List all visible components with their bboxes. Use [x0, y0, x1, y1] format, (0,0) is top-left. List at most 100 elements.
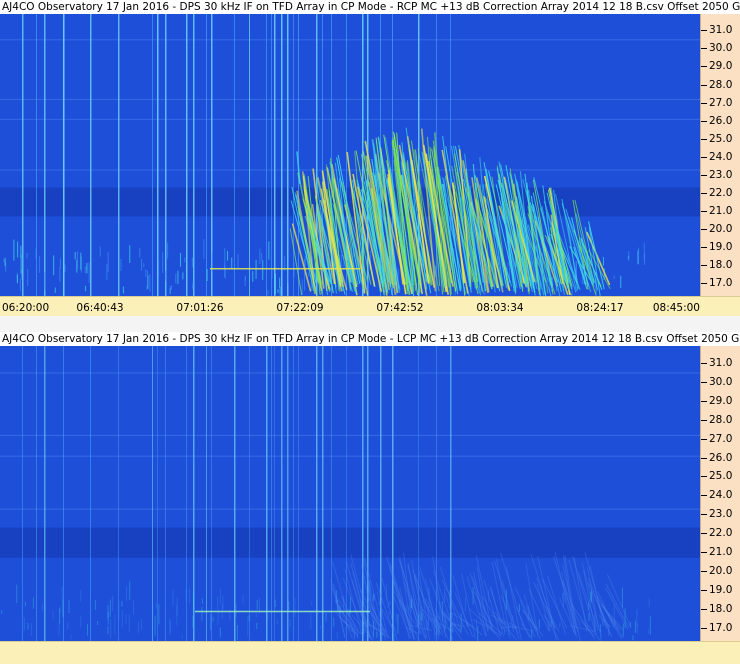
lcp-panel: AJ4CO Observatory 17 Jan 2016 - DPS 30 k…: [0, 332, 740, 641]
noise-speckle: [206, 268, 208, 282]
lcp-freq-tick: 27.0: [700, 432, 733, 445]
noise-speckle: [201, 606, 203, 621]
noise-speckle: [648, 598, 650, 608]
panel-divider: [0, 316, 740, 332]
noise-speckle: [122, 286, 124, 294]
noise-speckle: [88, 262, 90, 283]
noise-speckle: [35, 248, 37, 260]
vertical-interference-line: [287, 346, 289, 641]
noise-speckle: [613, 603, 615, 622]
vertical-interference-line: [287, 14, 289, 296]
rcp-freq-tick: 30.0: [700, 42, 733, 55]
noise-speckle: [171, 285, 173, 290]
noise-speckle: [395, 614, 397, 623]
noise-speckle: [279, 277, 281, 288]
rcp-time-axis: 06:20:00 06:40:43 07:01:26 07:22:09 07:42:52…: [0, 296, 740, 316]
noise-speckle: [219, 627, 221, 638]
noise-speckle: [80, 252, 82, 270]
horizontal-interference-line: [0, 118, 700, 120]
noise-speckle: [139, 248, 141, 258]
noise-speckle: [464, 597, 466, 612]
rcp-time-tick: 08:24:17: [576, 302, 624, 314]
noise-speckle: [620, 275, 622, 288]
noise-speckle: [42, 603, 44, 611]
vertical-interference-line: [157, 14, 159, 296]
vertical-interference-line: [392, 346, 394, 641]
lcp-freq-tick: 25.0: [700, 470, 733, 483]
vertical-interference-line: [234, 346, 236, 641]
rcp-freq-tick: 31.0: [700, 24, 733, 37]
vertical-interference-line: [206, 346, 207, 641]
noise-speckle: [74, 252, 76, 260]
noise-speckle: [59, 258, 61, 269]
rcp-freq-tick: 17.0: [700, 277, 733, 290]
vertical-interference-line: [157, 346, 158, 641]
vertical-interference-line: [90, 346, 91, 641]
noise-speckle: [219, 588, 221, 605]
rcp-time-tick: 08:45:00: [652, 302, 700, 314]
noise-speckle: [107, 252, 109, 273]
noise-speckle: [252, 271, 254, 282]
noise-speckle: [107, 611, 109, 625]
noise-speckle: [301, 279, 303, 295]
noise-speckle: [602, 256, 604, 266]
vertical-interference-line: [118, 14, 120, 296]
noise-speckle: [30, 623, 32, 636]
vertical-interference-line: [186, 14, 188, 296]
rcp-freq-tick: 27.0: [700, 96, 733, 109]
noise-speckle: [169, 286, 171, 293]
noise-speckle: [344, 627, 346, 631]
noise-speckle: [212, 616, 214, 622]
noise-speckle: [4, 257, 6, 267]
noise-speckle: [276, 619, 278, 625]
vertical-interference-line: [249, 346, 250, 641]
noise-speckle: [125, 614, 127, 624]
rcp-spectrogram: [0, 14, 700, 296]
noise-speckle: [107, 626, 109, 635]
noise-speckle: [538, 619, 540, 629]
noise-speckle: [222, 595, 224, 610]
noise-speckle: [76, 251, 78, 270]
vertical-interference-line: [165, 14, 167, 296]
noise-speckle: [181, 634, 183, 639]
noise-speckle: [268, 241, 270, 260]
noise-speckle: [175, 273, 177, 284]
noise-speckle: [80, 615, 82, 628]
noise-speckle: [84, 266, 86, 274]
noise-speckle: [109, 599, 111, 617]
noise-speckle: [632, 635, 634, 641]
noise-speckle: [106, 264, 108, 281]
noise-speckle: [444, 588, 446, 603]
noise-speckle: [3, 259, 5, 263]
noise-speckle: [634, 620, 636, 633]
noise-speckle: [154, 615, 156, 636]
noise-speckle: [80, 590, 82, 602]
vertical-interference-line: [271, 346, 272, 641]
rcp-freq-tick: 23.0: [700, 168, 733, 181]
noise-speckle: [460, 613, 462, 632]
noise-speckle: [62, 599, 64, 618]
noise-speckle: [121, 600, 123, 607]
noise-speckle: [185, 588, 187, 602]
noise-speckle: [120, 259, 122, 271]
noise-speckle: [162, 252, 164, 273]
vertical-interference-line: [274, 346, 275, 641]
noise-speckle: [274, 599, 276, 607]
noise-speckle: [201, 598, 203, 604]
noise-speckle: [158, 604, 160, 625]
noise-speckle: [32, 597, 34, 609]
rcp-freq-tick: 21.0: [700, 205, 733, 218]
noise-speckle: [138, 621, 140, 634]
noise-speckle: [559, 623, 561, 628]
rcp-frequency-axis: 31.0 30.0 29.0 28.0 27.0 26.0 25.0 24.0 23.0 22.0…: [700, 14, 740, 296]
horizontal-interference-line: [0, 98, 700, 100]
noise-speckle: [210, 613, 212, 631]
vertical-interference-line: [266, 346, 268, 641]
vertical-interference-line: [346, 346, 347, 641]
rcp-panel: AJ4CO Observatory 17 Jan 2016 - DPS 30 k…: [0, 0, 740, 316]
noise-speckle: [294, 597, 296, 617]
noise-speckle: [311, 601, 313, 605]
noise-speckle: [507, 262, 509, 267]
vertical-interference-line: [22, 346, 23, 641]
noise-speckle: [155, 602, 157, 609]
